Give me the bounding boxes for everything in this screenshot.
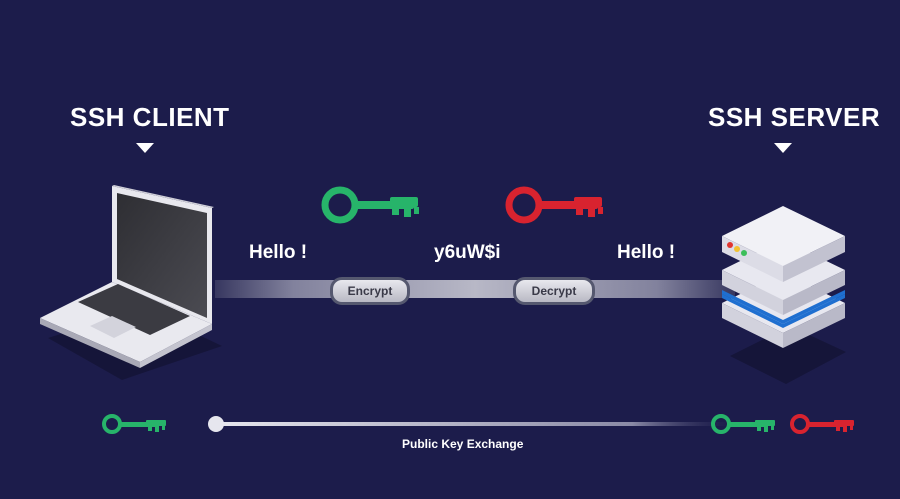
client-public-key-icon bbox=[102, 414, 166, 434]
led-yellow bbox=[734, 246, 740, 252]
plaintext-message-client: Hello ! bbox=[249, 242, 308, 263]
decrypt-step-pill: Decrypt bbox=[513, 277, 595, 305]
public-key-icon bbox=[321, 186, 419, 224]
public-key-exchange-label: Public Key Exchange bbox=[402, 437, 524, 451]
ssh-diagram: SSH CLIENT SSH SERVER Hello ! y6uW$i Hel… bbox=[0, 0, 900, 499]
led-green bbox=[741, 250, 747, 256]
server-title: SSH SERVER bbox=[708, 102, 881, 132]
server-pointer-triangle bbox=[774, 143, 792, 153]
server-private-key-icon bbox=[790, 414, 854, 434]
plaintext-message-server: Hello ! bbox=[617, 242, 676, 263]
led-red bbox=[727, 242, 733, 248]
client-title: SSH CLIENT bbox=[70, 102, 230, 132]
transmission-beam bbox=[215, 280, 735, 298]
server-icon bbox=[722, 206, 845, 348]
exchange-start-dot bbox=[208, 416, 224, 432]
client-pointer-triangle bbox=[136, 143, 154, 153]
encrypt-step-pill: Encrypt bbox=[330, 277, 410, 305]
ciphertext-message: y6uW$i bbox=[434, 242, 501, 263]
private-key-icon bbox=[505, 186, 603, 224]
exchange-line bbox=[216, 422, 736, 426]
